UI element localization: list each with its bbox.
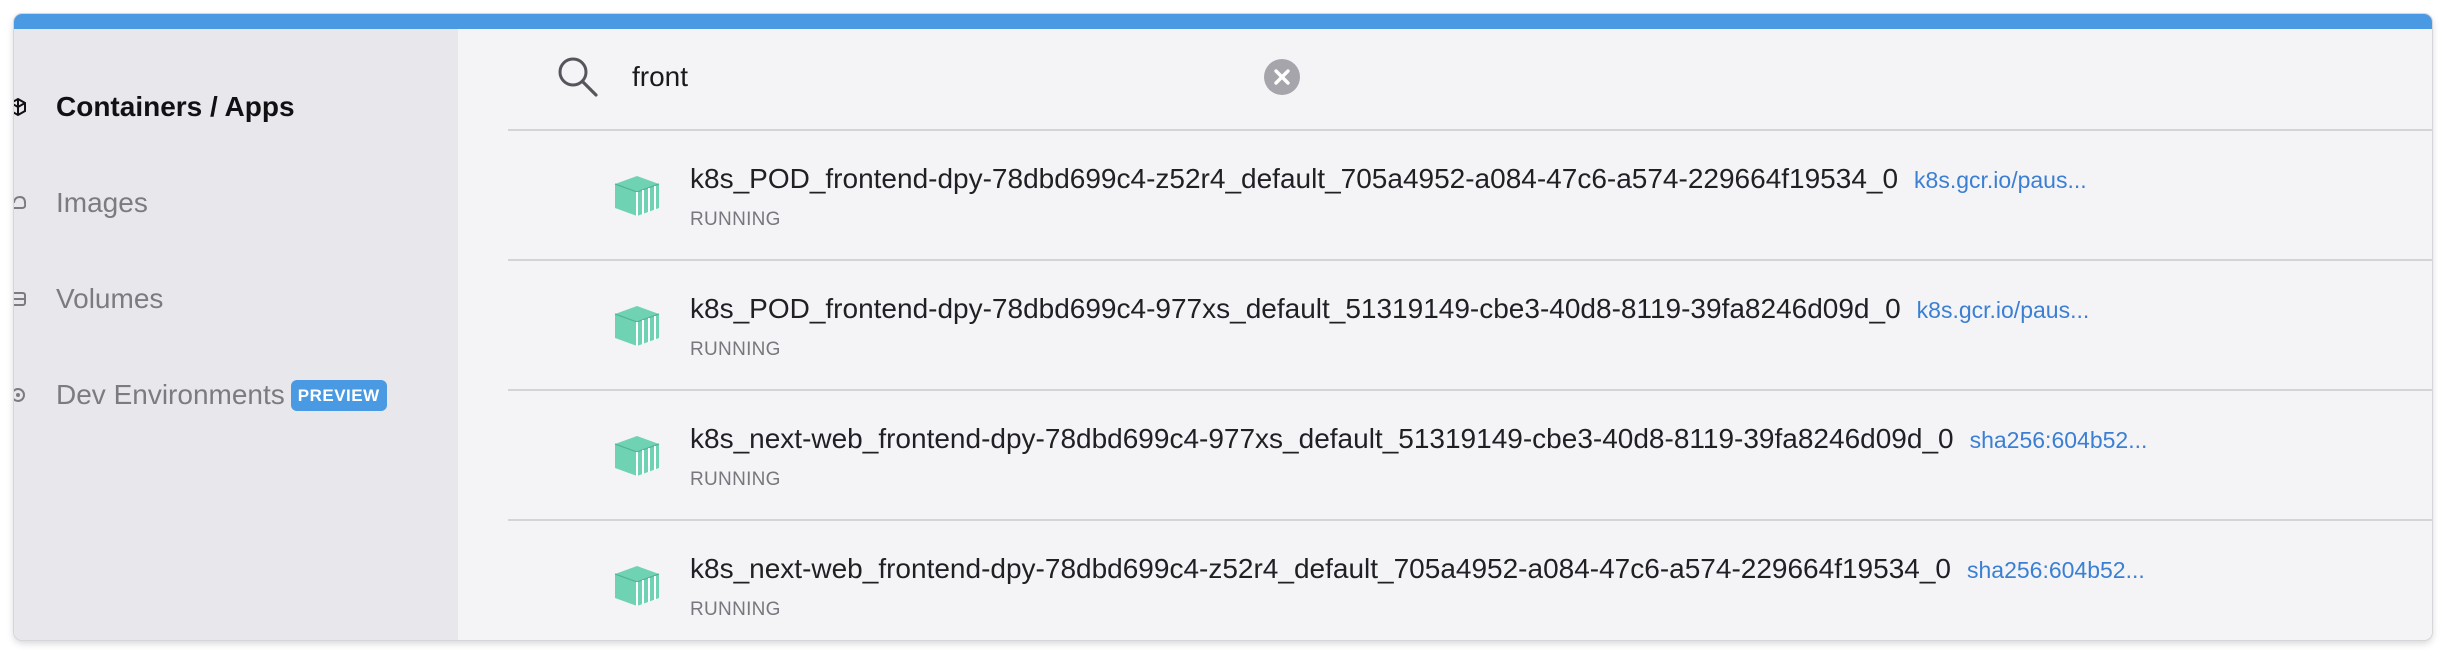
search-icon — [556, 55, 600, 99]
main-panel: k8s_POD_frontend-dpy-78dbd699c4-z52r4_de… — [458, 29, 2432, 640]
container-icon — [614, 175, 660, 217]
sidebar-item-containers-apps[interactable]: Containers / Apps — [14, 79, 458, 135]
container-title: k8s_POD_frontend-dpy-78dbd699c4-z52r4_de… — [690, 163, 2087, 195]
preview-badge: PREVIEW — [290, 380, 387, 411]
clear-search-button[interactable] — [1264, 59, 1300, 95]
sidebar-item-volumes[interactable]: Volumes — [14, 271, 458, 327]
cube-icon — [14, 96, 26, 118]
container-icon — [614, 565, 660, 607]
container-row[interactable]: k8s_next-web_frontend-dpy-78dbd699c4-977… — [508, 391, 2432, 521]
container-status: RUNNING — [690, 209, 781, 230]
container-name: k8s_POD_frontend-dpy-78dbd699c4-z52r4_de… — [690, 163, 1899, 194]
sidebar-item-label: Containers / Apps — [56, 91, 295, 122]
close-circle-icon — [1274, 69, 1290, 85]
container-icon — [614, 435, 660, 477]
dev-environments-text: Dev Environments — [56, 379, 285, 410]
database-icon — [14, 288, 26, 310]
sidebar-item-label: Dev Environments PREVIEW — [56, 379, 387, 411]
container-row[interactable]: k8s_POD_frontend-dpy-78dbd699c4-977xs_de… — [508, 261, 2432, 391]
sidebar: Containers / Apps Images Volumes Dev Env… — [14, 29, 458, 640]
container-row[interactable]: k8s_POD_frontend-dpy-78dbd699c4-z52r4_de… — [508, 131, 2432, 261]
container-row[interactable]: k8s_next-web_frontend-dpy-78dbd699c4-z52… — [508, 521, 2432, 640]
container-status: RUNNING — [690, 469, 781, 490]
window-top-bar — [14, 14, 2432, 29]
search-bar — [508, 29, 2432, 131]
container-name: k8s_next-web_frontend-dpy-78dbd699c4-z52… — [690, 553, 1951, 584]
sidebar-item-dev-environments[interactable]: Dev Environments PREVIEW — [14, 367, 458, 423]
app-window: Containers / Apps Images Volumes Dev Env… — [14, 14, 2432, 640]
dev-env-icon — [14, 384, 26, 406]
cloud-icon — [14, 192, 26, 214]
sidebar-item-label: Images — [56, 187, 148, 218]
container-status: RUNNING — [690, 599, 781, 620]
container-image-link[interactable]: k8s.gcr.io/paus... — [1914, 167, 2087, 194]
search-input[interactable] — [632, 57, 1192, 97]
container-image-link[interactable]: sha256:604b52... — [1970, 427, 2148, 454]
container-list: k8s_POD_frontend-dpy-78dbd699c4-z52r4_de… — [508, 131, 2432, 640]
container-image-link[interactable]: k8s.gcr.io/paus... — [1917, 297, 2090, 324]
container-image-link[interactable]: sha256:604b52... — [1967, 557, 2145, 584]
container-name: k8s_next-web_frontend-dpy-78dbd699c4-977… — [690, 423, 1954, 454]
sidebar-item-images[interactable]: Images — [14, 175, 458, 231]
container-title: k8s_next-web_frontend-dpy-78dbd699c4-z52… — [690, 553, 2145, 585]
container-name: k8s_POD_frontend-dpy-78dbd699c4-977xs_de… — [690, 293, 1901, 324]
container-icon — [614, 305, 660, 347]
sidebar-item-label: Volumes — [56, 283, 164, 314]
container-title: k8s_next-web_frontend-dpy-78dbd699c4-977… — [690, 423, 2147, 455]
container-status: RUNNING — [690, 339, 781, 360]
container-title: k8s_POD_frontend-dpy-78dbd699c4-977xs_de… — [690, 293, 2089, 325]
